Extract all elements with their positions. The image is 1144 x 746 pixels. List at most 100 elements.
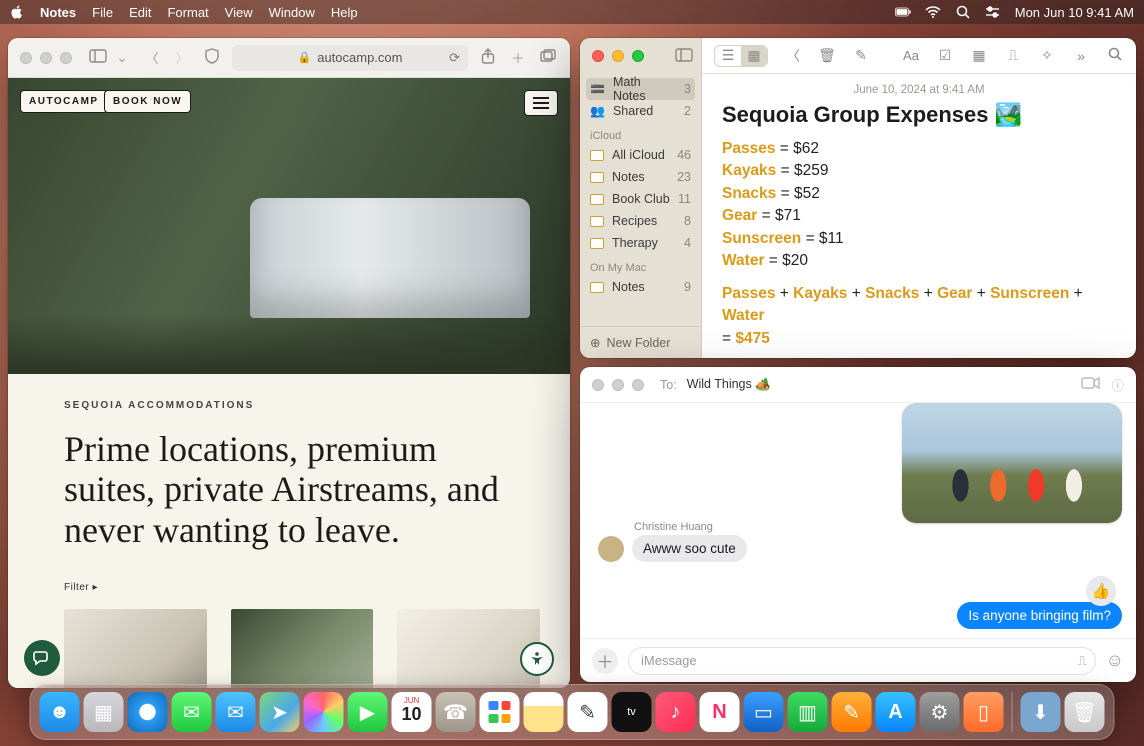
menubar-item-edit[interactable]: Edit [129,5,151,20]
dock-trash[interactable]: 🗑 [1065,692,1105,732]
safari-traffic-lights[interactable] [20,52,72,64]
more-icon[interactable]: » [1072,48,1090,64]
sidebar-toggle-icon[interactable] [675,48,693,65]
sidebar-item-all-icloud[interactable]: All iCloud 46 [580,144,701,166]
dock-music[interactable]: ♪ [656,692,696,732]
site-logo[interactable]: AUTOCAMP [20,90,108,113]
audio-wave-icon[interactable]: ⎍ [1078,653,1087,669]
messages-thread[interactable]: Christine Huang Awww soo cute 👍 Is anyon… [580,403,1136,638]
window-close[interactable] [592,379,604,391]
wifi-icon[interactable] [925,5,941,19]
dock-freeform[interactable]: ✎ [568,692,608,732]
sidebar-toggle-icon[interactable] [88,49,108,66]
sidebar-item-therapy[interactable]: Therapy 4 [580,232,701,254]
checklist-icon[interactable]: ☑ [936,47,954,64]
dock-iphone-mirroring[interactable]: ▯ [964,692,1004,732]
hamburger-menu[interactable] [524,90,558,116]
dock-appstore[interactable]: A [876,692,916,732]
dock-news[interactable]: N [700,692,740,732]
dock-facetime[interactable]: ▶ [348,692,388,732]
filter-button[interactable]: Filter ▸ [64,582,522,593]
menubar-item-window[interactable]: Window [269,5,315,20]
thumbnail-card[interactable] [397,609,540,688]
sidebar-item-shared[interactable]: 👥 Shared 2 [580,100,701,122]
sidebar-item-recipes[interactable]: Recipes 8 [580,210,701,232]
dock-numbers[interactable]: ▥ [788,692,828,732]
sidebar-item-math-notes[interactable]: 🟰 Math Notes 3 [586,78,695,100]
notes-traffic-lights[interactable] [592,50,644,62]
battery-icon[interactable] [895,5,911,19]
thumbnail-card[interactable] [64,609,207,688]
dock-photos[interactable] [304,692,344,732]
menubar-item-help[interactable]: Help [331,5,358,20]
outgoing-message[interactable]: Is anyone bringing film? [957,602,1122,629]
tab-overview-icon[interactable] [538,49,558,66]
format-aa-icon[interactable]: Aa [902,48,920,63]
link-icon[interactable]: ✧ [1038,47,1056,64]
window-zoom[interactable] [60,52,72,64]
dock-mail[interactable]: ✉ [216,692,256,732]
share-icon[interactable] [478,48,498,67]
apple-menu[interactable] [10,5,24,19]
dock-tv[interactable]: tv [612,692,652,732]
dock-messages[interactable]: ✉ [172,692,212,732]
dock-safari[interactable] [128,692,168,732]
menubar-clock[interactable]: Mon Jun 10 9:41 AM [1015,5,1134,20]
menubar-item-view[interactable]: View [225,5,253,20]
dock-pages[interactable]: ✎ [832,692,872,732]
dock-contacts[interactable]: ☎ [436,692,476,732]
sidebar-item-local-notes[interactable]: Notes 9 [580,276,701,298]
window-minimize[interactable] [612,50,624,62]
window-zoom[interactable] [632,379,644,391]
window-close[interactable] [592,50,604,62]
window-minimize[interactable] [612,379,624,391]
window-minimize[interactable] [40,52,52,64]
dock-launchpad[interactable]: ▦ [84,692,124,732]
facetime-video-icon[interactable] [1081,376,1101,393]
grid-view-icon[interactable]: ▦ [741,46,767,66]
audio-icon[interactable]: ⎍ [1004,47,1022,64]
view-mode-segmented[interactable]: ☰ ▦ [714,45,768,67]
menubar-item-format[interactable]: Format [167,5,208,20]
info-icon[interactable]: ⓘ [1111,375,1124,394]
compose-icon[interactable]: ✎ [852,47,870,64]
window-close[interactable] [20,52,32,64]
table-icon[interactable]: ▦ [970,47,988,64]
menubar-app-name[interactable]: Notes [40,5,76,20]
search-icon[interactable] [1106,47,1124,64]
book-now-button[interactable]: BOOK NOW [104,90,191,113]
avatar[interactable] [598,536,624,562]
back-chevron-icon[interactable]: 〈 [784,46,802,66]
to-value[interactable]: Wild Things 🏕️ [687,377,771,392]
new-folder-button[interactable]: ⊕ New Folder [580,326,701,358]
trash-icon[interactable]: 🗑 [818,47,836,64]
dock-reminders[interactable] [480,692,520,732]
dock-keynote[interactable]: ▭ [744,692,784,732]
forward-button[interactable]: 〉 [172,48,192,67]
messages-traffic-lights[interactable] [592,379,644,391]
dock-calendar[interactable]: JUN10 [392,692,432,732]
sidebar-item-notes-folder[interactable]: Notes 23 [580,166,701,188]
privacy-shield-icon[interactable] [202,48,222,67]
message-image-attachment[interactable] [902,403,1122,523]
dock-maps[interactable]: ➤ [260,692,300,732]
safari-webpage[interactable]: AUTOCAMP BOOK NOW SEQUOIA ACCOMMODATIONS… [8,78,570,688]
sidebar-item-book-club[interactable]: Book Club 11 [580,188,701,210]
note-editor[interactable]: June 10, 2024 at 9:41 AM Sequoia Group E… [702,74,1136,358]
menubar-item-file[interactable]: File [92,5,113,20]
back-button[interactable]: 〈 [142,48,162,67]
emoji-picker-icon[interactable]: ☺ [1106,650,1124,671]
control-center-icon[interactable] [985,5,1001,19]
spotlight-icon[interactable] [955,5,971,19]
tapback-reaction[interactable]: 👍 [1086,576,1116,606]
dock-finder[interactable]: ☻ [40,692,80,732]
list-view-icon[interactable]: ☰ [715,46,741,66]
chat-fab-icon[interactable] [24,640,60,676]
chevron-down-icon[interactable]: ⌄ [112,50,132,66]
message-input[interactable]: iMessage ⎍ [628,647,1096,675]
dock-downloads[interactable]: ⬇ [1021,692,1061,732]
incoming-message[interactable]: Awww soo cute [632,535,747,562]
accessibility-fab-icon[interactable] [520,642,554,676]
dock-settings[interactable]: ⚙ [920,692,960,732]
new-tab-icon[interactable]: ＋ [508,48,528,67]
